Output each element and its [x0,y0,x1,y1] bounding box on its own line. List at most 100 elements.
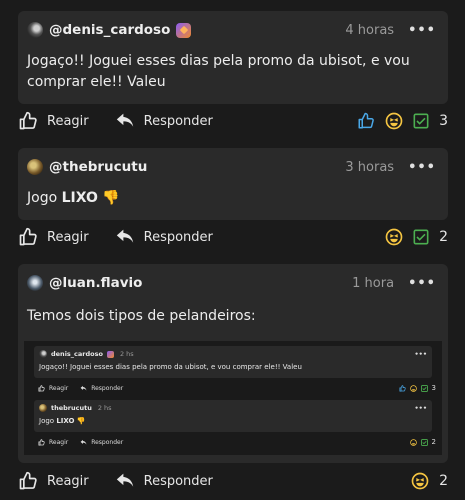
avatar[interactable] [27,159,43,175]
react-label: Reagir [47,473,89,489]
avatar[interactable] [27,275,43,291]
comment-actions: Reagir Responder 2 [18,225,448,249]
react-button[interactable]: Reagir [18,471,89,491]
thumbs-up-icon [38,438,45,445]
react-label: Reagir [47,113,89,129]
badge-icon [176,22,192,38]
reply-button[interactable]: Responder [115,228,213,246]
reactions-summary[interactable]: 2 [401,472,448,490]
timestamp: 3 horas [345,159,395,175]
reaction-count: 2 [439,229,448,245]
react-button[interactable]: Reagir [18,227,89,247]
reactions-summary[interactable]: 2 [375,228,448,246]
comment-text: Jogaço!! Joguei esses dias pela promo da… [27,53,410,90]
comment-actions: Reagir Responder 3 [18,109,448,133]
timestamp: 1 hora [352,275,395,291]
comment-text: Temos dois tipos de pelandeiros: [27,308,256,324]
laughing-emoji-icon [409,438,417,446]
comment-header: @luan.flavio 1 hora ••• [18,264,448,302]
reply-arrow-icon [80,385,87,391]
username: denis_cardoso [51,350,103,358]
attached-image[interactable]: denis_cardoso 2 hs ••• Jogaço!! Joguei e… [24,341,442,455]
comment-actions: Reagir Responder 2 [18,469,448,493]
avatar [39,404,47,412]
reply-arrow-icon [116,473,133,487]
check-box-icon [420,438,428,446]
more-options-icon: ••• [414,350,427,358]
more-options-button[interactable]: ••• [408,23,436,38]
thumbs-up-icon [399,384,406,391]
embedded-reply: Responder [80,385,123,392]
reply-label: Responder [143,229,213,245]
username: thebrucutu [51,404,92,412]
reply-label: Responder [143,113,213,129]
embedded-comment-actions: Reagir Responder 2 [38,437,436,447]
react-label: Reagir [49,438,69,446]
embedded-comment-header: denis_cardoso 2 hs ••• [34,346,432,362]
check-box-icon [413,229,429,245]
comment-header: @thebrucutu 3 horas ••• [18,148,448,186]
embedded-comment-card: denis_cardoso 2 hs ••• Jogaço!! Joguei e… [34,346,432,378]
reply-label: Responder [143,473,213,489]
thumbs-up-icon [358,112,374,129]
comment-text: Jogo LIXO 👎 [18,186,448,209]
laughing-emoji-icon [409,384,417,392]
timestamp: 4 horas [345,22,395,38]
reaction-count: 2 [439,473,448,489]
reactions-summary[interactable]: 3 [347,112,448,130]
thumbs-up-icon [19,227,37,246]
more-options-icon: ••• [414,404,427,412]
react-label: Reagir [49,384,69,392]
thumbs-down-emoji: 👎 [102,190,120,206]
comment-card: @thebrucutu 3 horas ••• Jogo LIXO 👎 [18,148,448,220]
laughing-emoji-icon [385,228,403,246]
comment-header: @denis_cardoso 4 horas ••• [18,11,448,49]
reply-button[interactable]: Responder [115,472,213,490]
reply-label: Responder [91,438,124,446]
badge-icon [106,350,114,358]
text-prefix: Jogo [39,417,57,425]
comment-card: @denis_cardoso 4 horas ••• Jogaço!! Jogu… [18,11,448,104]
reaction-count: 3 [439,113,448,129]
more-options-button[interactable]: ••• [408,276,436,291]
laughing-emoji-icon [385,112,403,130]
thumbs-up-icon [38,384,45,391]
check-box-icon [413,113,429,129]
avatar[interactable] [27,22,43,38]
text-bold: LIXO [56,417,75,425]
reply-button[interactable]: Responder [115,112,213,130]
reply-arrow-icon [80,439,87,445]
embedded-reactions: 3 [395,384,436,392]
text-bold: LIXO [61,190,98,206]
reply-arrow-icon [116,113,133,127]
embedded-comment-card: thebrucutu 2 hs ••• Jogo LIXO 👎 [34,400,432,432]
reply-arrow-icon [116,229,133,243]
check-box-icon [420,384,428,392]
embedded-reactions: 2 [406,438,436,446]
comments-thread: @denis_cardoso 4 horas ••• Jogaço!! Jogu… [0,0,465,500]
reaction-count: 3 [431,384,436,392]
reaction-count: 2 [431,438,436,446]
embedded-comment-text: Jogo LIXO 👎 [34,416,432,429]
react-label: Reagir [47,229,89,245]
username[interactable]: @thebrucutu [49,159,147,175]
more-options-button[interactable]: ••• [408,160,436,175]
text-prefix: Jogo [27,190,62,206]
username[interactable]: @denis_cardoso [49,22,170,38]
react-button[interactable]: Reagir [18,111,89,131]
embedded-comment-actions: Reagir Responder 3 [38,383,436,393]
embedded-react: Reagir [38,385,68,392]
reply-label: Responder [91,384,124,392]
thumbs-up-icon [19,471,37,490]
laughing-emoji-icon [411,472,429,490]
embedded-reply: Responder [80,439,123,446]
username[interactable]: @luan.flavio [49,275,142,291]
thumbs-up-icon [19,111,37,130]
timestamp: 2 hs [97,404,112,412]
embedded-comment-text: Jogaço!! Joguei esses dias pela promo da… [39,363,302,371]
avatar [39,350,47,358]
thumbs-down-emoji: 👎 [76,417,86,425]
embedded-react: Reagir [38,439,68,446]
timestamp: 2 hs [119,350,134,358]
embedded-comment-header: thebrucutu 2 hs ••• [34,400,432,416]
